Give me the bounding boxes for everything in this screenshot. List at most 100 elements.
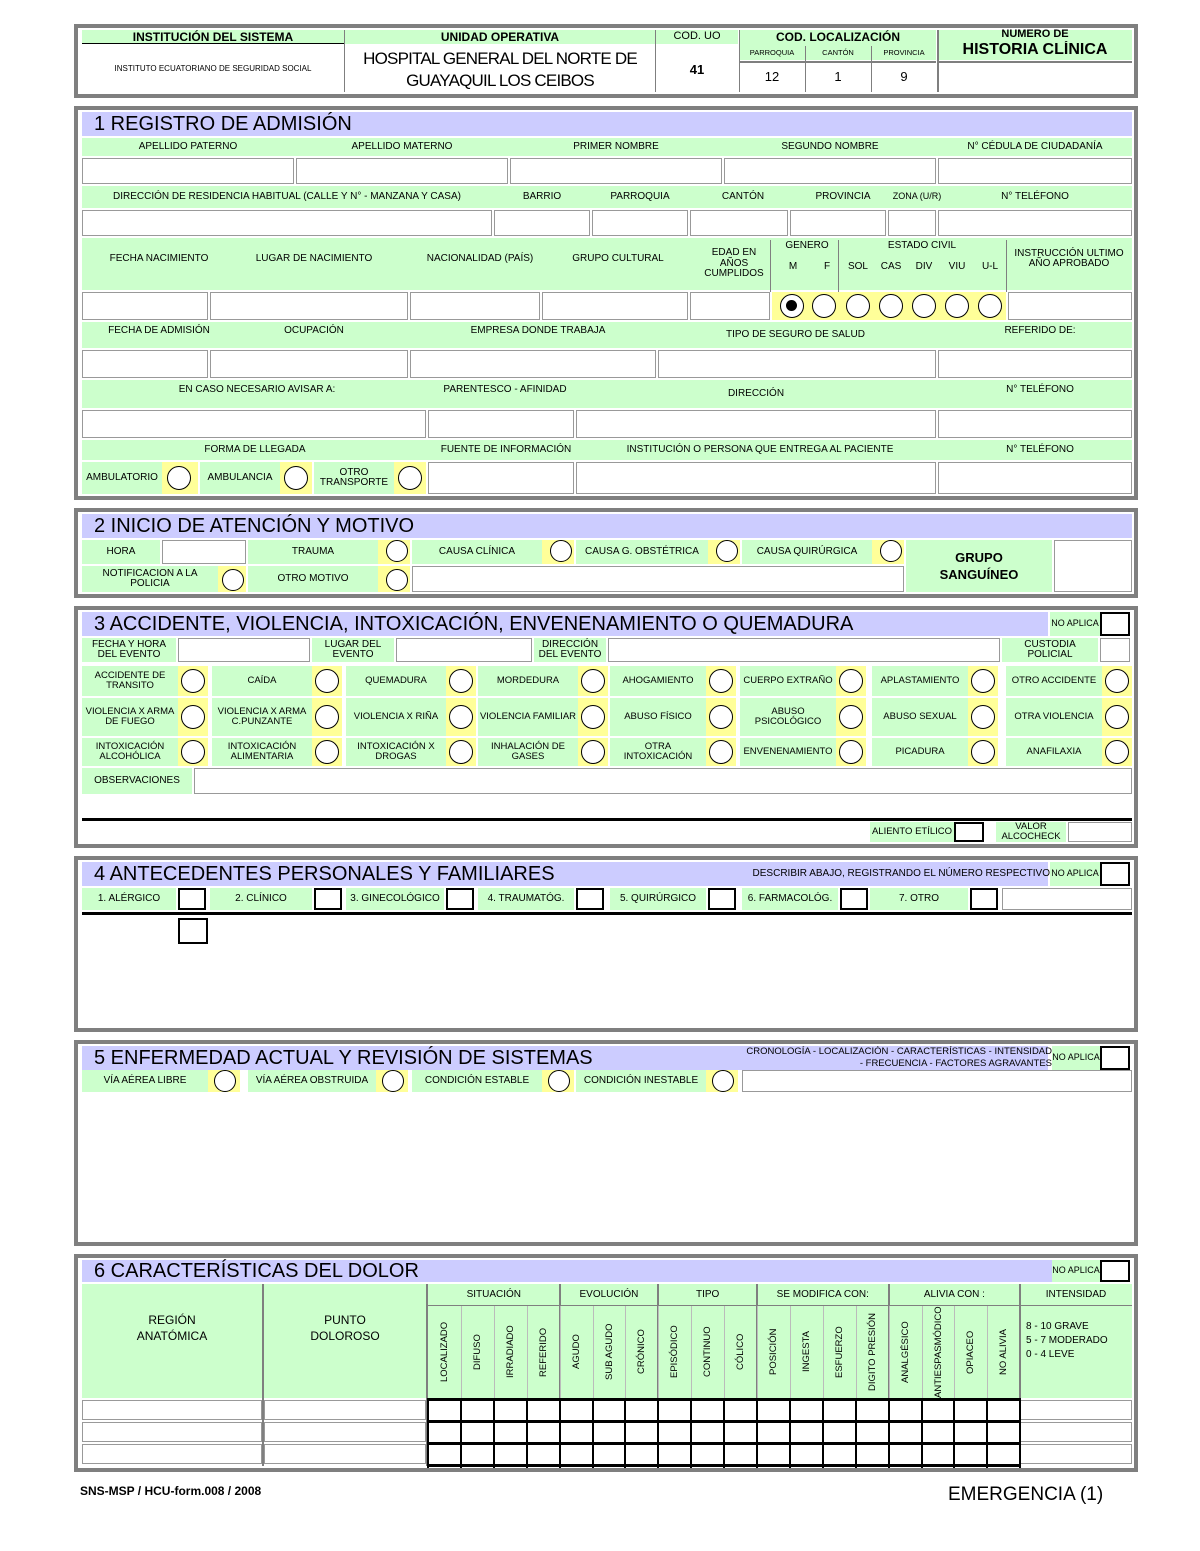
s6-answer-cell[interactable] — [825, 1424, 853, 1440]
s6-answer-cell[interactable] — [496, 1402, 524, 1418]
unidad-value-line1[interactable]: HOSPITAL GENERAL DEL NORTE DE — [345, 48, 655, 70]
otro-motivo-input[interactable] — [412, 566, 904, 592]
s4-number-box[interactable] — [178, 918, 208, 944]
parentesco-input[interactable] — [428, 410, 574, 438]
s3-option-radio[interactable] — [449, 669, 473, 693]
ec-div-radio[interactable] — [912, 294, 936, 318]
s3-option-radio[interactable] — [1105, 669, 1129, 693]
s6-answer-cell[interactable] — [496, 1424, 524, 1440]
s6-answer-cell[interactable] — [595, 1446, 623, 1462]
hc-input[interactable] — [938, 61, 1132, 92]
s6-answer-cell[interactable] — [496, 1446, 524, 1462]
s4-text-area[interactable] — [82, 948, 1132, 1026]
apellido-paterno-input[interactable] — [82, 158, 294, 184]
s6-answer-cell[interactable] — [595, 1402, 623, 1418]
s3-option-radio[interactable] — [709, 669, 733, 693]
s6-answer-cell[interactable] — [924, 1446, 952, 1462]
s6-answer-cell[interactable] — [693, 1424, 721, 1440]
s6-answer-cell[interactable] — [430, 1424, 458, 1440]
s6-answer-cell[interactable] — [989, 1446, 1017, 1462]
s3-option-radio[interactable] — [449, 740, 473, 764]
s6-answer-cell[interactable] — [463, 1424, 491, 1440]
telefono-aviso-input[interactable] — [938, 410, 1132, 438]
telefono-entrega-input[interactable] — [938, 462, 1132, 494]
region-input-2[interactable] — [82, 1422, 262, 1442]
barrio-input[interactable] — [494, 210, 590, 236]
s6-answer-cell[interactable] — [792, 1424, 820, 1440]
unidad-value-line2[interactable]: GUAYAQUIL LOS CEIBOS — [345, 70, 655, 92]
observaciones-line2[interactable] — [82, 796, 1132, 818]
causa-clinica-radio[interactable] — [550, 540, 572, 562]
direccion-evento-input[interactable] — [608, 638, 1000, 662]
empresa-input[interactable] — [410, 350, 656, 378]
s6-answer-cell[interactable] — [693, 1402, 721, 1418]
s4-item-box[interactable] — [708, 888, 736, 910]
s6-answer-cell[interactable] — [891, 1424, 919, 1440]
s6-answer-cell[interactable] — [693, 1446, 721, 1462]
s5-item-radio[interactable] — [548, 1070, 570, 1092]
s3-option-radio[interactable] — [971, 740, 995, 764]
s5-item-radio[interactable] — [712, 1070, 734, 1092]
ec-ul-radio[interactable] — [978, 294, 1002, 318]
s6-answer-cell[interactable] — [825, 1402, 853, 1418]
llegada-ambulatorio-radio[interactable] — [167, 466, 191, 490]
s6-answer-cell[interactable] — [759, 1446, 787, 1462]
direccion-input[interactable] — [82, 210, 492, 236]
s6-answer-cell[interactable] — [924, 1402, 952, 1418]
ec-viu-radio[interactable] — [945, 294, 969, 318]
s6-answer-cell[interactable] — [430, 1446, 458, 1462]
s3-option-radio[interactable] — [581, 740, 605, 764]
s6-answer-cell[interactable] — [858, 1424, 886, 1440]
s6-answer-cell[interactable] — [562, 1424, 590, 1440]
s6-answer-cell[interactable] — [627, 1446, 655, 1462]
referido-input[interactable] — [938, 350, 1132, 378]
region-input-1[interactable] — [82, 1400, 262, 1420]
fecha-evento-input[interactable] — [178, 638, 310, 662]
tipo-seguro-input[interactable] — [658, 350, 936, 378]
s6-answer-cell[interactable] — [529, 1446, 557, 1462]
genero-m-radio[interactable] — [780, 294, 804, 318]
fuente-info-input[interactable] — [428, 462, 574, 494]
provincia-res-input[interactable] — [790, 210, 886, 236]
s6-answer-cell[interactable] — [430, 1402, 458, 1418]
intensidad-input-2[interactable] — [1020, 1422, 1132, 1442]
provincia-value[interactable]: 9 — [872, 62, 936, 92]
s4-item-box[interactable] — [970, 888, 998, 910]
s4-item-box[interactable] — [840, 888, 868, 910]
s6-answer-cell[interactable] — [562, 1446, 590, 1462]
s6-answer-cell[interactable] — [627, 1402, 655, 1418]
institucion-entrega-input[interactable] — [576, 462, 936, 494]
s4-item-box[interactable] — [178, 888, 206, 910]
region-input-3[interactable] — [82, 1444, 262, 1464]
s6-answer-cell[interactable] — [924, 1424, 952, 1440]
s6-answer-cell[interactable] — [726, 1446, 754, 1462]
s3-option-radio[interactable] — [449, 705, 473, 729]
s6-answer-cell[interactable] — [726, 1402, 754, 1418]
fecha-admision-input[interactable] — [82, 350, 208, 378]
trauma-radio[interactable] — [386, 540, 408, 562]
punto-input-3[interactable] — [264, 1444, 426, 1464]
parroquia-res-input[interactable] — [592, 210, 688, 236]
s3-option-radio[interactable] — [1105, 705, 1129, 729]
s3-option-radio[interactable] — [315, 740, 339, 764]
apellido-materno-input[interactable] — [296, 158, 508, 184]
punto-input-2[interactable] — [264, 1422, 426, 1442]
s4-no-aplica-checkbox[interactable] — [1100, 862, 1130, 886]
s5-item-radio[interactable] — [382, 1070, 404, 1092]
ec-cas-radio[interactable] — [879, 294, 903, 318]
s3-option-radio[interactable] — [709, 705, 733, 729]
observaciones-input[interactable] — [194, 768, 1132, 794]
cedula-input[interactable] — [938, 158, 1132, 184]
s3-option-radio[interactable] — [839, 669, 863, 693]
s3-option-radio[interactable] — [181, 705, 205, 729]
s3-option-radio[interactable] — [315, 705, 339, 729]
canton-value[interactable]: 1 — [806, 62, 870, 92]
punto-input-1[interactable] — [264, 1400, 426, 1420]
s3-option-radio[interactable] — [709, 740, 733, 764]
notif-radio[interactable] — [222, 569, 244, 591]
s6-answer-cell[interactable] — [726, 1424, 754, 1440]
s6-answer-cell[interactable] — [660, 1402, 688, 1418]
grupo-cultural-input[interactable] — [542, 292, 688, 320]
s6-answer-cell[interactable] — [463, 1446, 491, 1462]
s3-option-radio[interactable] — [181, 740, 205, 764]
